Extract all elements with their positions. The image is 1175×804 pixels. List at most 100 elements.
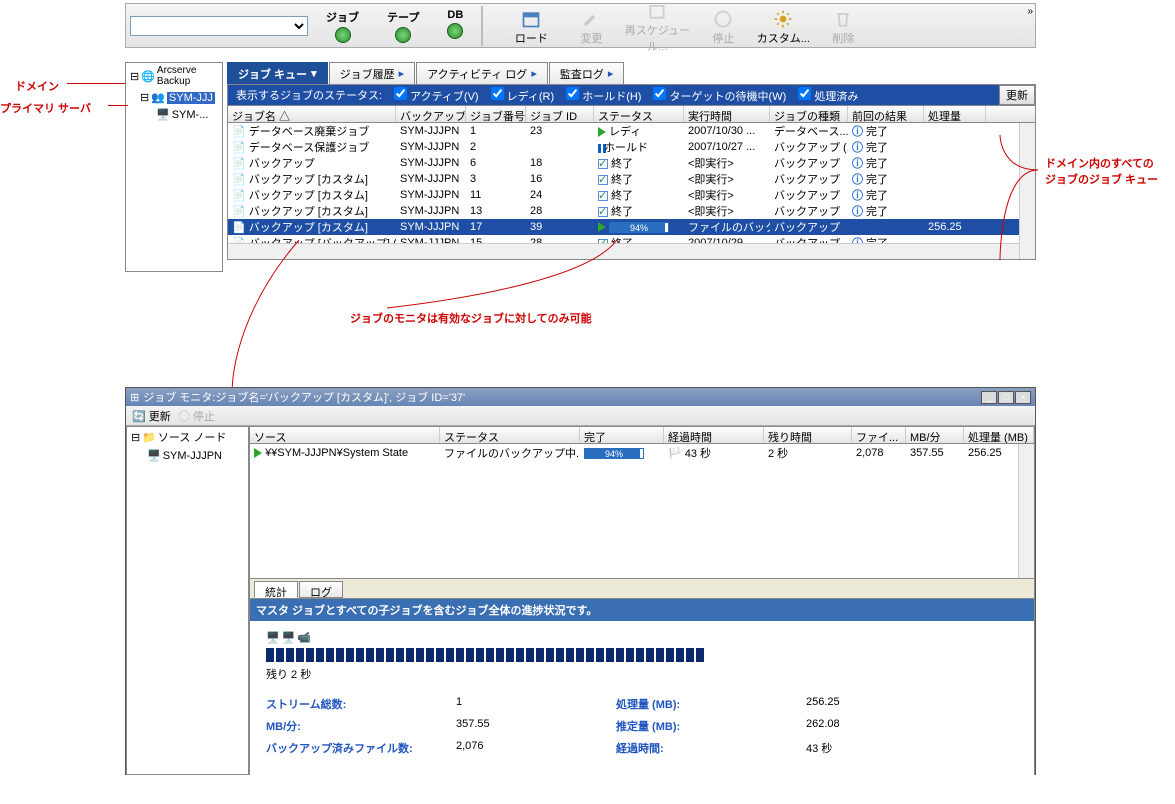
mcol-elapsed[interactable]: 経過時間 [664,427,764,443]
monitor-row[interactable]: ¥¥SYM-JJJPN¥System State ファイルのバックアップ中...… [250,444,1034,460]
maximize-button[interactable]: □ [998,391,1014,404]
stop-button: 停止 [693,6,753,46]
tab-log[interactable]: ログ [299,581,343,598]
monitor-refresh-button[interactable]: 🔄 更新 [132,408,171,424]
minus-icon: ⊟ [131,431,140,444]
col-type[interactable]: ジョブの種類 [770,106,848,122]
change-button: 変更 [561,6,621,46]
stat-throughput-label: 処理量 (MB): [616,696,766,712]
job-row[interactable]: 📄 バックアップ [カスタム]SYM-JJJPN316 終了<即実行>バックアッ… [228,171,1035,187]
tab-stats[interactable]: 統計 [254,581,298,598]
job-monitor-window: ⊞ ジョブ モニタ:ジョブ名='バックアップ [カスタム]', ジョブ ID='… [125,387,1036,775]
stat-streams-value: 1 [456,696,576,712]
job-grid: 📄 データベース廃棄ジョブSYM-JJJPN123 レディ2007/10/30 … [227,123,1036,260]
filter-ready-checkbox[interactable] [491,87,504,100]
col-status[interactable]: ステータス [594,106,684,122]
job-row[interactable]: 📄 データベース廃棄ジョブSYM-JJJPN123 レディ2007/10/30 … [228,123,1035,139]
globe-icon: 🌐 [141,70,155,83]
job-row[interactable]: 📄 バックアップ [カスタム]SYM-JJJPN1739 94%ファイルのバック… [228,219,1035,235]
stat-files-value: 2,076 [456,740,576,756]
filter-waiting-checkbox[interactable] [653,87,666,100]
stat-estimate-value: 262.08 [806,718,906,734]
stats-panel: 統計 ログ マスタ ジョブとすべての子ジョブを含むジョブ全体の進捗状況です。 🖥… [249,579,1035,775]
horizontal-scrollbar[interactable] [228,243,1019,259]
annotation-monitor-note: ジョブのモニタは有効なジョブに対してのみ可能 [350,310,592,326]
job-row[interactable]: 📄 バックアップSYM-JJJPN618 終了<即実行>バックアップⓘ 完了 [228,155,1035,171]
overflow-chevron-icon[interactable]: » [1027,6,1033,17]
stat-mbmin-label: MB/分: [266,718,416,734]
tab-job-history[interactable]: ジョブ履歴▸ [329,62,416,84]
monitor-source-tree: ⊟ 📁 ソース ノード 🖥️ SYM-JJJPN [126,426,249,775]
server-icon: 🖥️ [147,449,161,462]
mcol-mbmin[interactable]: MB/分 [906,427,964,443]
stat-mbmin-value: 357.55 [456,718,576,734]
server-dropdown[interactable] [130,16,308,36]
load-button[interactable]: ロード [501,6,561,46]
device-icons: 🖥️ 🖥️ 📹 [266,631,1018,644]
stats-banner: マスタ ジョブとすべての子ジョブを含むジョブ全体の進捗状況です。 [250,599,1034,621]
job-grid-header: ジョブ名 △ バックアップ ... ジョブ番号 ジョブ ID ステータス 実行時… [227,105,1036,123]
server-icon: 🖥️ [266,631,280,644]
status-indicators: ジョブ テープ DB [326,9,463,43]
flag-icon: 🏳️ [668,448,682,460]
minimize-button[interactable]: _ [981,391,997,404]
minus-icon: ⊟ [130,70,139,83]
col-exectime[interactable]: 実行時間 [684,106,770,122]
progress-bar: 94% [584,448,644,459]
vertical-scrollbar[interactable] [1019,123,1035,259]
monitor-tree-root[interactable]: ⊟ 📁 ソース ノード [127,427,248,447]
gear-icon [753,8,813,30]
trash-icon [813,8,873,30]
filter-done-checkbox[interactable] [798,87,811,100]
mcol-complete[interactable]: 完了 [580,427,664,443]
stat-elapsed-label: 経過時間: [616,740,766,756]
job-row[interactable]: 📄 バックアップ [カスタム]SYM-JJJPN1124 終了<即実行>バックア… [228,187,1035,203]
annotation-allqueue: ドメイン内のすべての ジョブのジョブ キュー [1045,155,1158,187]
play-icon [254,448,262,458]
mcol-throughput[interactable]: 処理量 (MB) [964,427,1034,443]
domain-tree: ⊟ 🌐 Arcserve Backup ⊟ 👥 SYM-JJJ 🖥️ SYM-.… [125,62,223,272]
job-row[interactable]: 📄 データベース保護ジョブSYM-JJJPN2 ホールド2007/10/27 .… [228,139,1035,155]
col-jobid[interactable]: ジョブ ID [526,106,594,122]
col-backup[interactable]: バックアップ ... [396,106,466,122]
filter-hold-checkbox[interactable] [566,87,579,100]
overall-progress-bar [266,648,1018,662]
tree-server[interactable]: 🖥️ SYM-... [126,106,222,123]
vertical-scrollbar[interactable] [1018,444,1034,578]
mcol-status[interactable]: ステータス [440,427,580,443]
col-lastresult[interactable]: 前回の結果 [848,106,924,122]
reschedule-button: 再スケジュール... [621,0,693,54]
remain-label: 残り 2 秒 [266,666,1018,682]
col-jobname[interactable]: ジョブ名 △ [228,106,396,122]
schedule-icon [621,0,693,22]
mcol-source[interactable]: ソース [250,427,440,443]
custom-button[interactable]: カスタム... [753,6,813,46]
monitor-titlebar: ⊞ ジョブ モニタ:ジョブ名='バックアップ [カスタム]', ジョブ ID='… [126,388,1035,406]
status-tape: テープ [387,9,419,43]
monitor-toolbar: 🔄 更新 ◯ 停止 [126,406,1035,426]
refresh-button[interactable]: 更新 [999,85,1035,105]
close-button[interactable]: × [1015,391,1031,404]
stat-streams-label: ストリーム総数: [266,696,416,712]
filter-label: 表示するジョブのステータス: [236,87,382,103]
mcol-remain[interactable]: 残り時間 [764,427,852,443]
main-toolbar: ジョブ テープ DB ロード 変更 再スケジュール... 停止 カスタム... … [125,3,1036,48]
monitor-tree-node[interactable]: 🖥️ SYM-JJJPN [127,447,248,464]
tree-root[interactable]: ⊟ 🌐 Arcserve Backup [126,63,222,89]
monitor-stop-button: ◯ 停止 [179,408,215,424]
col-throughput[interactable]: 処理量 [924,106,986,122]
mcol-files[interactable]: ファイ... [852,427,906,443]
tab-activity-log[interactable]: アクティビティ ログ▸ [416,62,548,84]
filter-active-checkbox[interactable] [394,87,407,100]
tab-audit-log[interactable]: 監査ログ▸ [549,62,625,84]
col-jobno[interactable]: ジョブ番号 [466,106,526,122]
annotation-domain: ドメイン [15,78,59,94]
stat-throughput-value: 256.25 [806,696,906,712]
server-icon: 🖥️ [282,631,296,644]
job-row[interactable]: 📄 バックアップ [カスタム]SYM-JJJPN1328 終了<即実行>バックア… [228,203,1035,219]
check-circle-icon [395,27,411,43]
annotation-primary: プライマリ サーバ [0,100,91,116]
tab-job-queue[interactable]: ジョブ キュー▾ [227,62,328,84]
check-circle-icon [447,23,463,39]
tree-domain[interactable]: ⊟ 👥 SYM-JJJ [126,89,222,106]
